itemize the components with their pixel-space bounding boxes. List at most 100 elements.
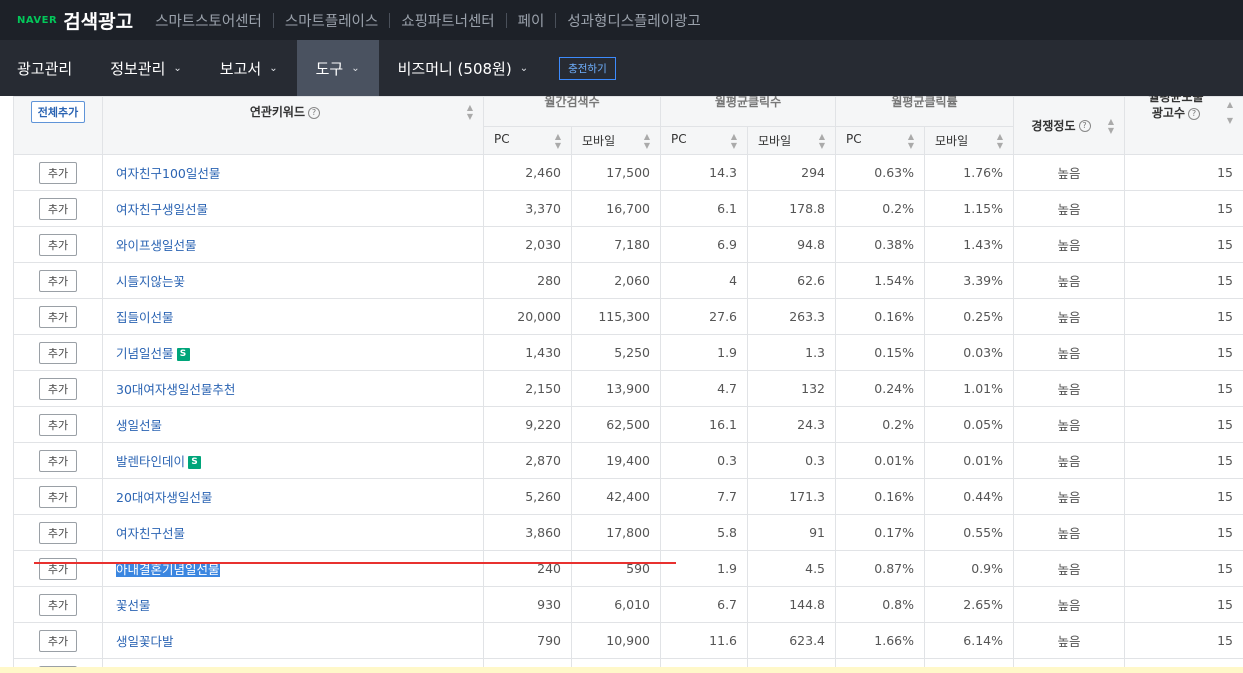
keyword-link[interactable]: 30대여자생일선물추천 <box>116 382 235 397</box>
mobile-clicks-cell: 24.3 <box>747 406 837 443</box>
nav-ad-management[interactable]: 광고관리 <box>0 40 91 96</box>
sort-icon[interactable]: ▲ ▼ <box>908 132 914 150</box>
keyword-cell: 와이프생일선물 <box>102 226 484 263</box>
add-keyword-button[interactable]: 추가 <box>38 341 78 364</box>
mobile-clicks-cell: 132 <box>747 370 837 407</box>
competition-cell: 높음 <box>1013 550 1126 587</box>
keyword-link[interactable]: 집들이선물 <box>116 310 174 325</box>
add-keyword-button[interactable]: 추가 <box>38 593 78 616</box>
nav-info-management[interactable]: 정보관리 ⌄ <box>91 40 201 96</box>
keyword-cell: 프리저브드플라워 <box>102 658 484 667</box>
charge-button[interactable]: 충전하기 <box>559 56 616 80</box>
ad-count-header-line1: 월평균노출 <box>1148 96 1204 104</box>
add-keyword-button[interactable]: 추가 <box>38 305 78 328</box>
add-keyword-button[interactable]: 추가 <box>38 269 78 292</box>
add-keyword-button[interactable]: 추가 <box>38 197 78 220</box>
keyword-link[interactable]: 와이프생일선물 <box>116 238 197 253</box>
sort-icon[interactable]: ▲ ▼ <box>731 132 737 150</box>
top-link-pay[interactable]: 페이 <box>518 10 545 31</box>
add-keyword-button[interactable]: 추가 <box>38 161 78 184</box>
naver-logo[interactable]: NAVER <box>17 15 57 26</box>
keyword-link[interactable]: 생일꽃다발 <box>116 634 174 649</box>
pc-ctr-cell: 0.16% <box>835 478 926 515</box>
pc-clicks-cell: 27.6 <box>660 298 749 335</box>
pc-ctr-cell: 0.87% <box>835 658 926 667</box>
competition-header[interactable]: 경쟁정도? ▲ ▼ <box>1013 96 1126 155</box>
help-icon[interactable]: ? <box>308 106 321 119</box>
table-row: 추가 아내결혼기념일선물 240 590 1.9 4.5 0.87% 0.9% 높음 15 <box>13 550 1243 587</box>
top-link-shopping-partner[interactable]: 쇼핑파트너센터 <box>401 10 494 31</box>
pc-ctr-cell: 0.16% <box>835 298 926 335</box>
table-row: 추가 여자친구생일선물 3,370 16,700 6.1 178.8 0.2% 1.15% 높음… <box>13 190 1243 227</box>
mobile-clicks-cell: 4.5 <box>747 550 837 587</box>
pc-search-cell: 9,220 <box>483 406 572 443</box>
add-keyword-button[interactable]: 추가 <box>38 413 78 436</box>
add-keyword-button[interactable]: 추가 <box>38 521 78 544</box>
sort-icon[interactable]: ▲ ▼ <box>997 132 1003 150</box>
mobile-ctr-subheader[interactable]: 모바일 ▲ ▼ <box>924 126 1015 155</box>
nav-tools[interactable]: 도구 ⌄ <box>296 40 379 96</box>
top-link-display-ads[interactable]: 성과형디스플레이광고 <box>567 10 700 31</box>
sort-icon[interactable]: ▲ ▼ <box>555 132 561 150</box>
pc-ctr-cell: 1.66% <box>835 622 926 659</box>
top-link-smartstore[interactable]: 스마트스토어센터 <box>155 10 262 31</box>
bottom-strip <box>0 667 1243 673</box>
ad-count-header[interactable]: ▲ ▼ 월평균노출 광고수? <box>1124 96 1243 155</box>
competition-cell: 높음 <box>1013 442 1126 479</box>
sort-icon[interactable]: ▲ ▼ <box>467 103 473 121</box>
mobile-search-cell: 17,500 <box>570 154 662 191</box>
pc-ctr-cell: 0.2% <box>835 406 926 443</box>
pc-search-cell: 3,370 <box>483 190 572 227</box>
keyword-link[interactable]: 기념일선물 <box>116 346 174 361</box>
add-all-button[interactable]: 전체추가 <box>30 101 86 123</box>
keyword-cell: 여자친구선물 <box>102 514 484 551</box>
mobile-clicks-subheader[interactable]: 모바일 ▲ ▼ <box>747 126 837 155</box>
keyword-link[interactable]: 여자친구100일선물 <box>116 166 220 181</box>
keyword-link[interactable]: 아내결혼기념일선물 <box>116 562 220 577</box>
keyword-link[interactable]: 발렌타인데이 <box>116 454 185 469</box>
mobile-search-subheader[interactable]: 모바일 ▲ ▼ <box>570 126 662 155</box>
nav-reports[interactable]: 보고서 ⌄ <box>201 40 297 96</box>
keyword-link[interactable]: 여자친구생일선물 <box>116 202 208 217</box>
pc-clicks-cell: 6.1 <box>660 190 749 227</box>
keyword-link[interactable]: 여자친구선물 <box>116 526 185 541</box>
ad-count-cell: 15 <box>1124 154 1243 191</box>
sort-icon[interactable]: ▲ ▼ <box>1108 117 1114 135</box>
help-icon[interactable]: ? <box>1078 120 1091 132</box>
pc-search-cell: 20,000 <box>483 298 572 335</box>
nav-bizmoney[interactable]: 비즈머니 (508원) ⌄ <box>379 40 548 96</box>
add-keyword-button[interactable]: 추가 <box>38 485 78 508</box>
search-ads-title[interactable]: 검색광고 <box>63 7 133 34</box>
sort-icon[interactable]: ▲ ▼ <box>644 132 650 150</box>
sort-icon[interactable]: ▲ ▼ <box>819 132 825 150</box>
competition-cell: 높음 <box>1013 478 1126 515</box>
mobile-search-cell: 19,400 <box>570 442 662 479</box>
mobile-clicks-cell: 1.3 <box>747 334 837 371</box>
add-cell: 추가 <box>13 154 103 191</box>
add-keyword-button[interactable]: 추가 <box>38 449 78 472</box>
keyword-link[interactable]: 꽃선물 <box>116 598 151 613</box>
table-row: 추가프리저브드플라워2,80014,90021.62510.87%1.92%높음… <box>13 658 1243 667</box>
keyword-table-container[interactable]: 전체추가 연관키워드? ▲ ▼ 월간검색수 월평균클릭수 월평균클릭률 경쟁정도?… <box>13 96 1243 667</box>
keyword-link[interactable]: 20대여자생일선물 <box>116 490 212 505</box>
keyword-link[interactable]: 생일선물 <box>116 418 162 433</box>
mobile-search-cell: 62,500 <box>570 406 662 443</box>
pc-search-subheader[interactable]: PC ▲ ▼ <box>483 126 572 155</box>
keyword-link[interactable]: 시들지않는꽃 <box>116 274 185 289</box>
add-keyword-button[interactable]: 추가 <box>38 629 78 652</box>
keyword-cell: 여자친구생일선물 <box>102 190 484 227</box>
pc-search-cell: 2,460 <box>483 154 572 191</box>
mobile-search-cell: 17,800 <box>570 514 662 551</box>
pc-ctr-subheader[interactable]: PC ▲ ▼ <box>835 126 926 155</box>
add-keyword-button[interactable]: 추가 <box>38 557 78 580</box>
pc-clicks-cell: 14.3 <box>660 154 749 191</box>
help-icon[interactable]: ? <box>1188 107 1200 120</box>
top-link-smartplace[interactable]: 스마트플레이스 <box>285 10 378 31</box>
nav-label: 도구 <box>315 59 344 78</box>
keyword-header[interactable]: 연관키워드? ▲ ▼ <box>102 96 484 155</box>
pc-clicks-cell: 5.8 <box>660 514 749 551</box>
pc-clicks-subheader[interactable]: PC ▲ ▼ <box>660 126 749 155</box>
mobile-ctr-cell: 1.43% <box>924 226 1015 263</box>
add-keyword-button[interactable]: 추가 <box>38 377 78 400</box>
add-keyword-button[interactable]: 추가 <box>38 233 78 256</box>
